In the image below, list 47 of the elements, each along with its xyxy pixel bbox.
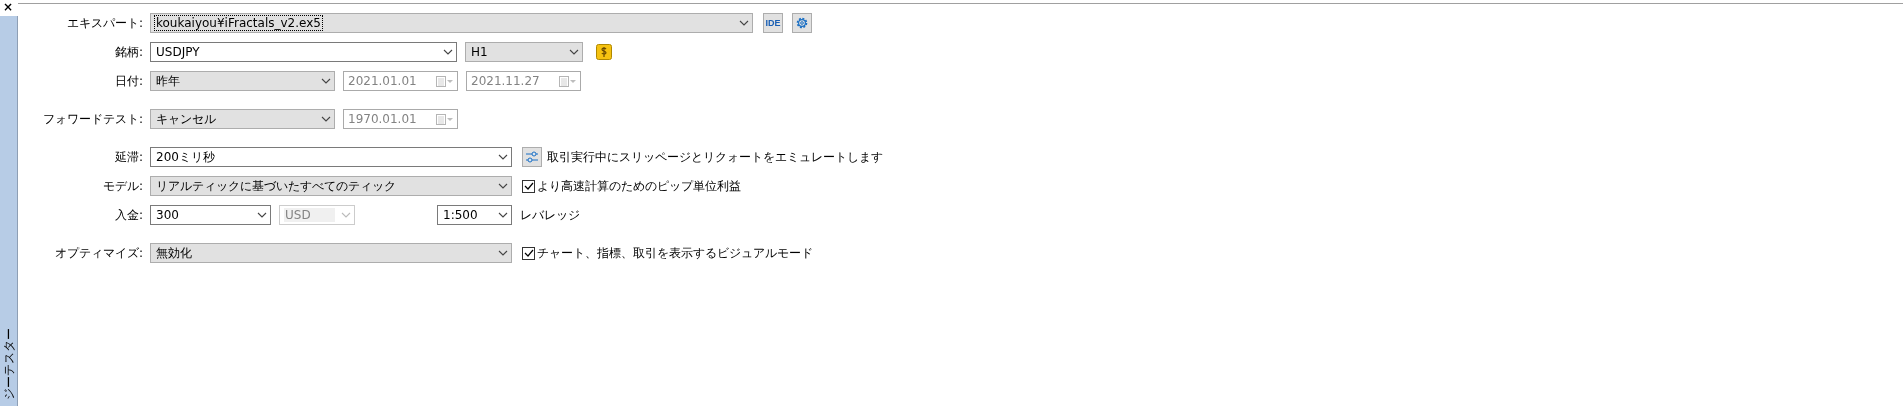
option-text: レバレッジ	[520, 206, 580, 224]
field-label: フォワードテスト:	[41, 110, 144, 128]
checkbox[interactable]	[522, 179, 535, 193]
dropdown[interactable]: リアルティックに基づいたすべてのティック	[150, 176, 512, 196]
sliders-icon	[525, 151, 539, 163]
field-label: 入金:	[113, 206, 144, 224]
dropdown[interactable]: 昨年	[150, 71, 335, 91]
settings-icon	[795, 16, 809, 30]
chevron-down-icon	[498, 183, 508, 189]
field-label: 延滞:	[113, 148, 144, 166]
dropdown[interactable]: キャンセル	[150, 109, 335, 129]
dropdown[interactable]: USDJPY	[150, 42, 457, 62]
chevron-down-icon	[569, 49, 579, 55]
field-label: エキスパート:	[65, 14, 144, 32]
chevron-down-icon	[443, 49, 453, 55]
dropdown[interactable]: H1	[465, 42, 583, 62]
dropdown[interactable]: 300	[150, 205, 271, 225]
ide-button[interactable]: IDE	[763, 13, 783, 33]
chevron-down-icon	[739, 20, 749, 26]
field-label: オプティマイズ:	[53, 244, 144, 262]
side-tab[interactable]: ジーテスター	[0, 16, 18, 406]
calendar-icon	[559, 75, 577, 87]
option-checkbox[interactable]: より高速計算のためのピップ単位利益	[522, 177, 741, 195]
check-icon	[523, 249, 534, 257]
chevron-down-icon	[257, 212, 267, 218]
dropdown[interactable]: 200ミリ秒	[150, 147, 512, 167]
dollar-icon	[596, 44, 612, 60]
field-label: モデル:	[101, 177, 144, 195]
chevron-down-icon	[321, 116, 331, 122]
chevron-down-icon	[341, 212, 351, 218]
currency-button[interactable]	[594, 42, 614, 62]
settings-button[interactable]	[792, 13, 812, 33]
dropdown[interactable]: 1:500	[437, 205, 512, 225]
chevron-down-icon	[321, 78, 331, 84]
field-label: 日付:	[113, 72, 144, 90]
calendar-icon	[436, 75, 454, 87]
dropdown[interactable]: koukaiyou¥iFractals_v2.ex5	[150, 13, 753, 33]
dropdown[interactable]: 無効化	[150, 243, 512, 263]
option-checkbox[interactable]: チャート、指標、取引を表示するビジュアルモード	[522, 244, 813, 262]
field-label: 銘柄:	[113, 43, 144, 61]
calendar-icon	[436, 113, 454, 125]
chevron-down-icon	[498, 154, 508, 160]
checkbox[interactable]	[522, 246, 535, 260]
check-icon	[523, 182, 534, 190]
chevron-down-icon	[498, 212, 508, 218]
option-text: 取引実行中にスリッページとリクォートをエミュレートします	[547, 148, 883, 166]
chevron-down-icon	[498, 250, 508, 256]
